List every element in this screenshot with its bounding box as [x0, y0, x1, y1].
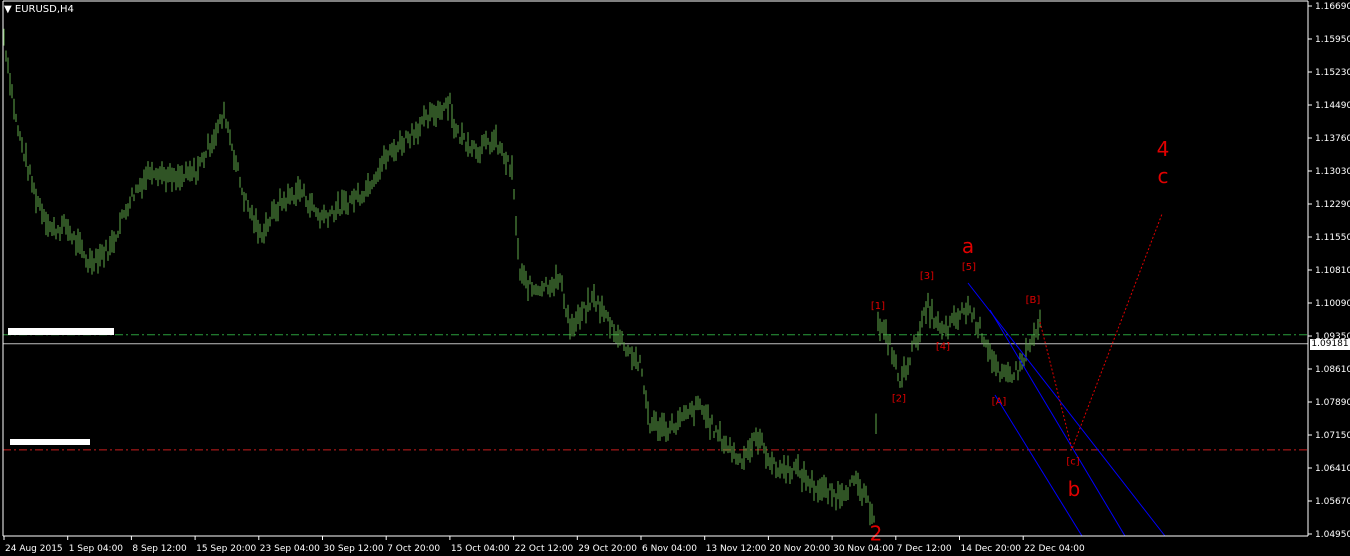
price-tick-label: 1.13030 — [1315, 167, 1350, 177]
wave-label: [5] — [962, 262, 976, 273]
horizontal-levels — [3, 328, 1308, 451]
wave-label: [A] — [992, 396, 1007, 407]
wave-label: 4 — [1157, 137, 1170, 161]
time-tick-label: 24 Aug 2015 — [5, 544, 63, 554]
wave-projection-line — [1039, 213, 1163, 451]
time-tick-label: 30 Sep 12:00 — [324, 544, 384, 554]
wave-label: [3] — [920, 271, 934, 282]
time-tick-label: 15 Oct 04:00 — [451, 544, 510, 554]
price-tick-label: 1.06410 — [1315, 464, 1350, 474]
price-tick-label: 1.13760 — [1315, 134, 1350, 144]
price-tick-label: 1.15230 — [1315, 68, 1350, 78]
wave-label: [1] — [871, 301, 885, 312]
current-price-tag: 1.09181 — [1310, 338, 1350, 350]
white-marker-2 — [10, 439, 90, 445]
time-tick-label: 7 Dec 12:00 — [897, 544, 952, 554]
dropdown-triangle-icon[interactable]: ▼ — [4, 4, 12, 15]
time-tick-label: 22 Oct 12:00 — [515, 544, 574, 554]
time-tick-label: 13 Nov 12:00 — [706, 544, 767, 554]
time-tick-label: 30 Nov 04:00 — [833, 544, 894, 554]
time-tick-label: 7 Oct 20:00 — [387, 544, 440, 554]
wave-label: [c] — [1066, 456, 1079, 467]
price-bars — [3, 28, 1041, 526]
white-marker-1 — [8, 328, 114, 335]
time-tick-label: 15 Sep 20:00 — [196, 544, 256, 554]
time-tick-label: 22 Dec 04:00 — [1024, 544, 1085, 554]
price-tick-label: 1.08610 — [1315, 365, 1350, 375]
price-tick-label: 1.07150 — [1315, 431, 1350, 441]
channel-upper-line — [967, 282, 1166, 537]
price-tick-label: 1.14490 — [1315, 101, 1350, 111]
price-tick-label: 1.10090 — [1315, 299, 1350, 309]
time-tick-label: 29 Oct 20:00 — [578, 544, 637, 554]
price-tick-label: 1.12290 — [1315, 200, 1350, 210]
price-tick-label: 1.16690 — [1315, 2, 1350, 12]
chart-canvas[interactable]: [1][2][3][4][5][A][B][c]ab4c2 1.166901.1… — [0, 0, 1350, 556]
wave-label: a — [962, 234, 974, 258]
price-tick-label: 1.07890 — [1315, 398, 1350, 408]
time-tick-label: 8 Sep 12:00 — [132, 544, 187, 554]
time-tick-label: 20 Nov 20:00 — [769, 544, 830, 554]
wave-label: [2] — [892, 393, 906, 404]
andrews-channel — [967, 282, 1166, 537]
wave-label: c — [1158, 164, 1169, 188]
price-tick-label: 1.05670 — [1315, 497, 1350, 507]
time-tick-label: 6 Nov 04:00 — [642, 544, 697, 554]
time-tick-label: 1 Sep 04:00 — [69, 544, 124, 554]
axes: 1.16690 1.15950 1.15230 1.14490 1.13760 1.130… — [2, 0, 1350, 554]
wave-label: [B] — [1026, 295, 1041, 306]
price-tick-label: 1.04950 — [1315, 530, 1350, 540]
symbol-text: EURUSD,H4 — [14, 4, 74, 15]
wave-projection — [1039, 213, 1163, 451]
wave-label: b — [1068, 477, 1081, 501]
time-tick-label: 14 Dec 20:00 — [961, 544, 1022, 554]
price-tick-label: 1.11550 — [1315, 233, 1350, 243]
time-tick-label: 23 Sep 04:00 — [260, 544, 320, 554]
price-tick-label: 1.10810 — [1315, 266, 1350, 276]
wave-label: [4] — [936, 342, 950, 353]
wave-label: 2 — [870, 522, 883, 546]
symbol-timeframe-label[interactable]: ▼ EURUSD,H4 — [4, 4, 74, 16]
price-tick-label: 1.15950 — [1315, 35, 1350, 45]
